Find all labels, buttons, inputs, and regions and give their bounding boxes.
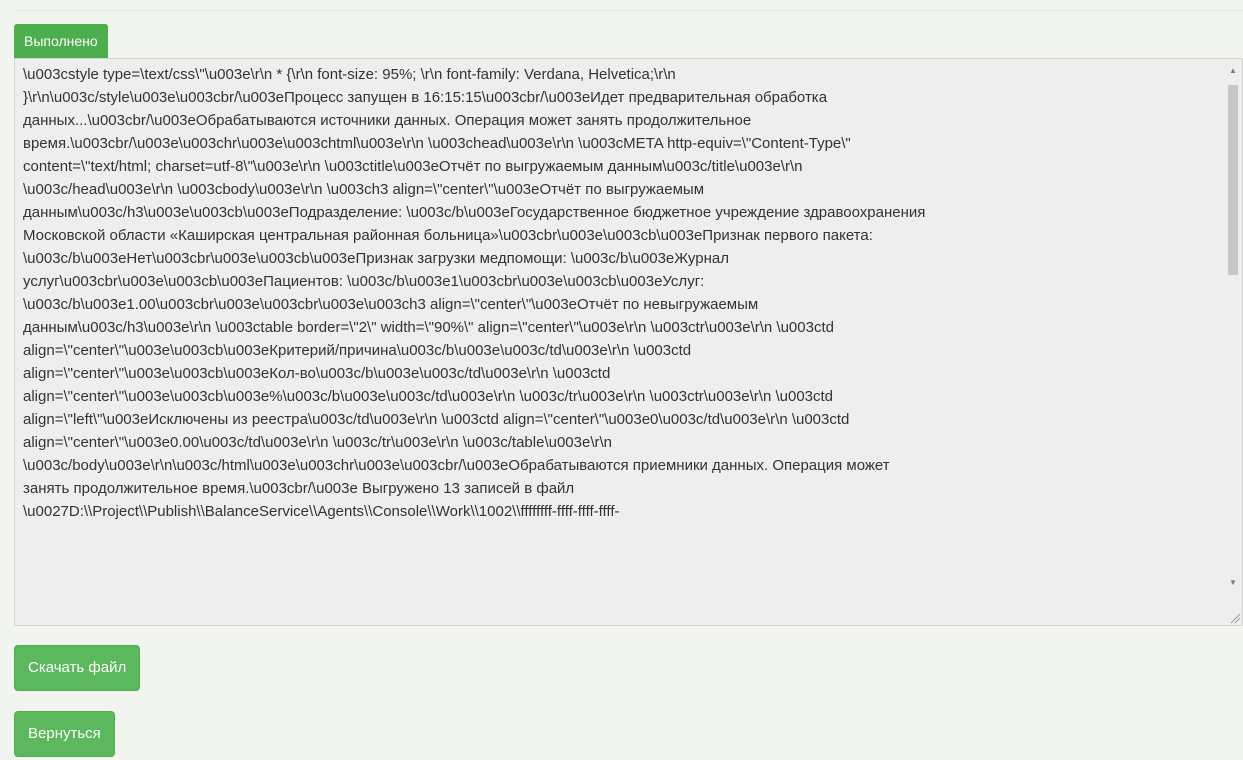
scroll-down-arrow-icon[interactable]: ▼ [1227, 577, 1239, 589]
log-line: \u0027D:\\Project\\Publish\\BalanceServi… [23, 503, 620, 520]
scroll-up-arrow-icon[interactable]: ▲ [1227, 65, 1239, 77]
log-line: данным\u003c/h3\u003e\r\n \u003ctable bo… [23, 319, 834, 336]
log-line: услуг\u003cbr\u003e\u003cb\u003eПациенто… [23, 273, 705, 290]
status-badge: Выполнено [14, 24, 108, 58]
resize-grip-icon[interactable] [1227, 610, 1241, 624]
log-line: \u003c/head\u003e\r\n \u003cbody\u003e\r… [23, 181, 705, 198]
log-line: align=\"center\"\u003e\u003cb\u003eКрите… [23, 342, 692, 359]
top-divider [14, 10, 1243, 11]
log-line: занять продолжительное время.\u003cbr/\u… [23, 480, 575, 497]
back-button[interactable]: Вернуться [14, 711, 115, 757]
log-line: Московской области «Каширская центральна… [23, 227, 873, 244]
log-line: align=\"center\"\u003e0.00\u003c/td\u003… [23, 434, 612, 451]
log-line: данных...\u003cbr/\u003eОбрабатываются и… [23, 112, 752, 129]
log-output-text: \u003cstyle type=\text/css\"\u003e\r\n *… [15, 59, 1220, 619]
log-line: align=\"center\"\u003e\u003cb\u003eКол-в… [23, 365, 611, 382]
log-line: align=\"left\"\u003eИсключены из реестра… [23, 411, 850, 428]
download-file-button[interactable]: Скачать файл [14, 645, 141, 691]
log-line: \u003c/body\u003e\r\n\u003c/html\u003e\u… [23, 457, 890, 474]
log-line: align=\"center\"\u003e\u003cb\u003e%\u00… [23, 388, 834, 405]
log-line: content=\"text/html; charset=utf-8\"\u00… [23, 158, 803, 175]
log-line: данным\u003c/h3\u003e\u003cb\u003eПодраз… [23, 204, 926, 221]
log-line: \u003c/b\u003eНет\u003cbr\u003e\u003cb\u… [23, 250, 729, 267]
log-line: }\r\n\u003c/style\u003e\u003cbr/\u003eПр… [23, 89, 828, 106]
log-line: \u003cstyle type=\text/css\"\u003e\r\n *… [23, 66, 676, 83]
scroll-thumb[interactable] [1228, 85, 1238, 275]
log-line: \u003c/b\u003e1.00\u003cbr\u003e\u003cbr… [23, 296, 759, 313]
log-line: время.\u003cbr/\u003e\u003chr\u003e\u003… [23, 135, 851, 152]
log-scrollbar[interactable]: ▲ ▼ [1224, 59, 1242, 607]
log-output-textarea[interactable]: \u003cstyle type=\text/css\"\u003e\r\n *… [14, 58, 1243, 626]
